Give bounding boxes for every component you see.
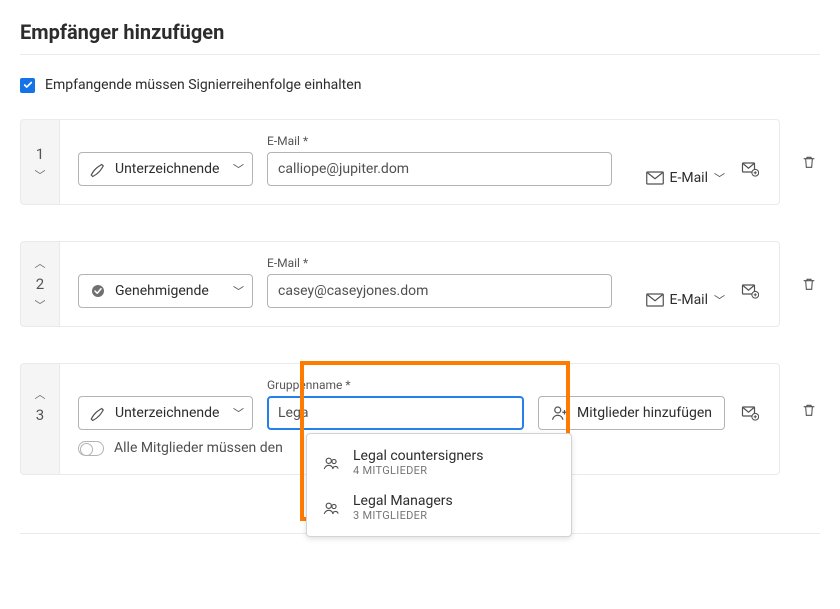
recipient-handle[interactable]: ︿ 3	[20, 363, 60, 475]
envelope-icon	[646, 293, 664, 307]
recipient-number: 3	[36, 406, 44, 424]
chevron-down-icon[interactable]: ﹀	[35, 167, 46, 183]
pen-icon	[89, 404, 107, 422]
group-name-field-wrap: Gruppenname	[267, 378, 524, 430]
checkbox-checked-icon	[20, 78, 35, 93]
suggestion-name: Legal Managers	[353, 493, 453, 509]
add-user-icon	[551, 404, 569, 422]
email-field-wrap: E-Mail	[267, 134, 612, 186]
suggestion-name: Legal countersigners	[353, 448, 483, 464]
order-checkbox-label: Empfangende müssen Signierreihenfolge ei…	[45, 77, 361, 93]
envelope-icon	[646, 171, 664, 185]
group-name-input[interactable]	[267, 396, 524, 430]
chevron-down-icon: ﹀	[233, 405, 244, 421]
add-message-button[interactable]	[739, 158, 761, 180]
group-name-label: Gruppenname	[267, 378, 524, 392]
email-label: E-Mail	[267, 256, 612, 270]
email-input[interactable]	[267, 274, 612, 308]
delivery-label: E-Mail	[670, 292, 708, 308]
delivery-select[interactable]: E-Mail ﹀	[646, 292, 725, 308]
role-select[interactable]: Unterzeichnende ﹀	[78, 396, 253, 430]
recipient-handle[interactable]: ︿ 2 ﹀	[20, 241, 60, 327]
chevron-down-icon: ﹀	[233, 283, 244, 299]
divider	[20, 54, 820, 55]
group-icon	[321, 493, 341, 522]
chevron-up-icon[interactable]: ︿	[35, 386, 46, 402]
add-members-button[interactable]: Mitglieder hinzufügen	[538, 396, 725, 430]
recipient-number: 2	[36, 275, 44, 293]
approve-icon	[89, 282, 107, 300]
delete-recipient-button[interactable]	[798, 273, 820, 295]
suggestion-members: 4 MITGLIEDER	[353, 464, 483, 477]
chevron-down-icon: ﹀	[714, 292, 725, 308]
group-suggestion-item[interactable]: Legal Managers 3 MITGLIEDER	[307, 485, 571, 530]
email-input[interactable]	[267, 152, 612, 186]
pen-icon	[89, 160, 107, 178]
add-members-label: Mitglieder hinzufügen	[577, 405, 712, 421]
role-select[interactable]: Genehmigende ﹀	[78, 274, 253, 308]
chevron-down-icon[interactable]: ﹀	[35, 297, 46, 313]
delete-recipient-button[interactable]	[798, 151, 820, 173]
add-message-button[interactable]	[739, 402, 761, 424]
order-checkbox-row[interactable]: Empfangende müssen Signierreihenfolge ei…	[20, 77, 820, 93]
role-label: Unterzeichnende	[115, 161, 225, 177]
toggle-off-icon[interactable]	[78, 441, 104, 456]
role-label: Genehmigende	[115, 283, 225, 299]
delivery-select[interactable]: E-Mail ﹀	[646, 170, 725, 186]
recipient-handle[interactable]: 1 ﹀	[20, 119, 60, 205]
delivery-label: E-Mail	[670, 170, 708, 186]
role-label: Unterzeichnende	[115, 405, 225, 421]
group-suggestions-dropdown: Legal countersigners 4 MITGLIEDER Legal …	[306, 433, 572, 537]
add-message-button[interactable]	[739, 280, 761, 302]
role-select[interactable]: Unterzeichnende ﹀	[78, 152, 253, 186]
group-suggestion-item[interactable]: Legal countersigners 4 MITGLIEDER	[307, 440, 571, 485]
delete-recipient-button[interactable]	[798, 399, 820, 421]
page-title: Empfänger hinzufügen	[20, 20, 820, 44]
email-label: E-Mail	[267, 134, 612, 148]
all-members-label: Alle Mitglieder müssen den	[114, 440, 283, 456]
group-icon	[321, 448, 341, 477]
email-field-wrap: E-Mail	[267, 256, 612, 308]
recipient-number: 1	[36, 145, 44, 163]
suggestion-members: 3 MITGLIEDER	[353, 509, 453, 522]
chevron-down-icon: ﹀	[233, 161, 244, 177]
chevron-up-icon[interactable]: ︿	[35, 255, 46, 271]
chevron-down-icon: ﹀	[714, 170, 725, 186]
